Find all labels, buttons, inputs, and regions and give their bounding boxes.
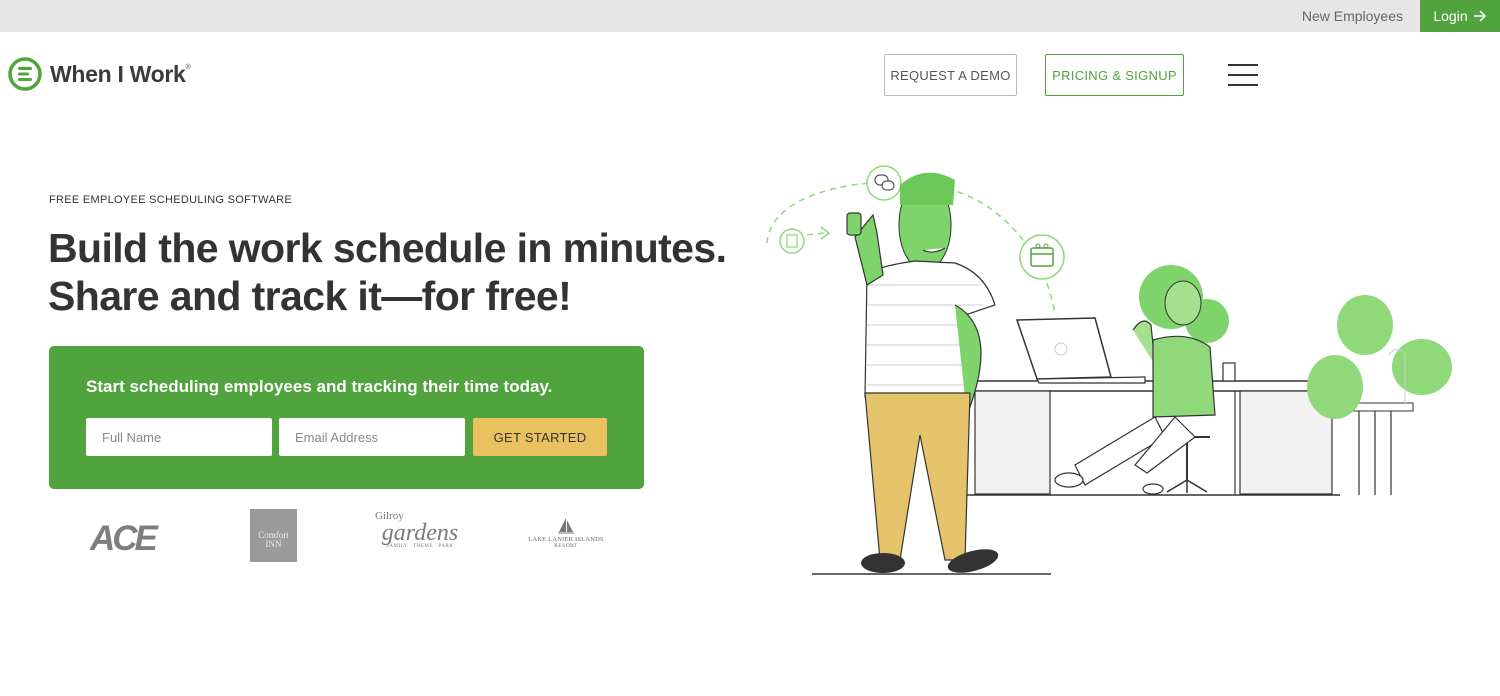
request-demo-button[interactable]: REQUEST A DEMO xyxy=(884,54,1017,96)
headline-line-2: Share and track it—for free! xyxy=(48,273,572,319)
gilroy-gardens-logo: Gilroy gardens FAMILY · THEME · PARK xyxy=(375,511,465,550)
man-figure xyxy=(812,172,1051,575)
arrow-right-icon xyxy=(1473,10,1486,22)
login-button[interactable]: Login xyxy=(1420,0,1500,32)
lake-lanier-logo: LAKE LANIER ISLANDS RESORT xyxy=(524,518,608,549)
hero-eyebrow: FREE EMPLOYEE SCHEDULING SOFTWARE xyxy=(49,194,292,206)
email-address-input[interactable] xyxy=(279,418,465,456)
brand-logo[interactable]: When I Work® xyxy=(8,57,191,91)
hamburger-menu-icon[interactable] xyxy=(1228,64,1258,88)
logo-text: When I Work xyxy=(50,60,186,87)
login-label: Login xyxy=(1433,8,1468,24)
laptop xyxy=(1015,317,1146,384)
get-started-button[interactable]: GET STARTED xyxy=(473,418,607,456)
hero-illustration xyxy=(766,165,1452,575)
gilroy-line-2: gardens xyxy=(381,520,459,546)
new-employees-link[interactable]: New Employees xyxy=(1302,8,1403,24)
comfort-line-2: INN xyxy=(265,539,282,549)
chat-bubble-icon xyxy=(866,165,902,201)
calendar-icon xyxy=(1019,234,1065,280)
pricing-signup-button[interactable]: PRICING & SIGNUP xyxy=(1045,54,1184,96)
top-utility-bar: New Employees Login xyxy=(0,0,1500,32)
ace-logo: ACE xyxy=(90,519,158,558)
hero-headline: Build the work schedule in minutes. Shar… xyxy=(48,224,748,320)
signup-title: Start scheduling employees and tracking … xyxy=(86,377,553,396)
gilroy-line-3: FAMILY · THEME · PARK xyxy=(386,544,454,549)
full-name-input[interactable] xyxy=(86,418,272,456)
lake-line-1: LAKE LANIER ISLANDS xyxy=(528,536,604,543)
logo-wordmark: When I Work® xyxy=(50,60,191,88)
document-icon xyxy=(779,228,805,254)
sailboat-icon xyxy=(558,518,574,534)
logo-trademark: ® xyxy=(185,63,191,71)
comfort-inn-logo: Comfort INN xyxy=(250,509,297,562)
lake-line-2: RESORT xyxy=(554,543,578,549)
logo-mark-icon xyxy=(8,57,42,91)
signup-card: Start scheduling employees and tracking … xyxy=(49,346,644,489)
headline-line-1: Build the work schedule in minutes. xyxy=(48,225,727,271)
client-logos: ACE Comfort INN Gilroy gardens FAMILY · … xyxy=(80,505,640,570)
